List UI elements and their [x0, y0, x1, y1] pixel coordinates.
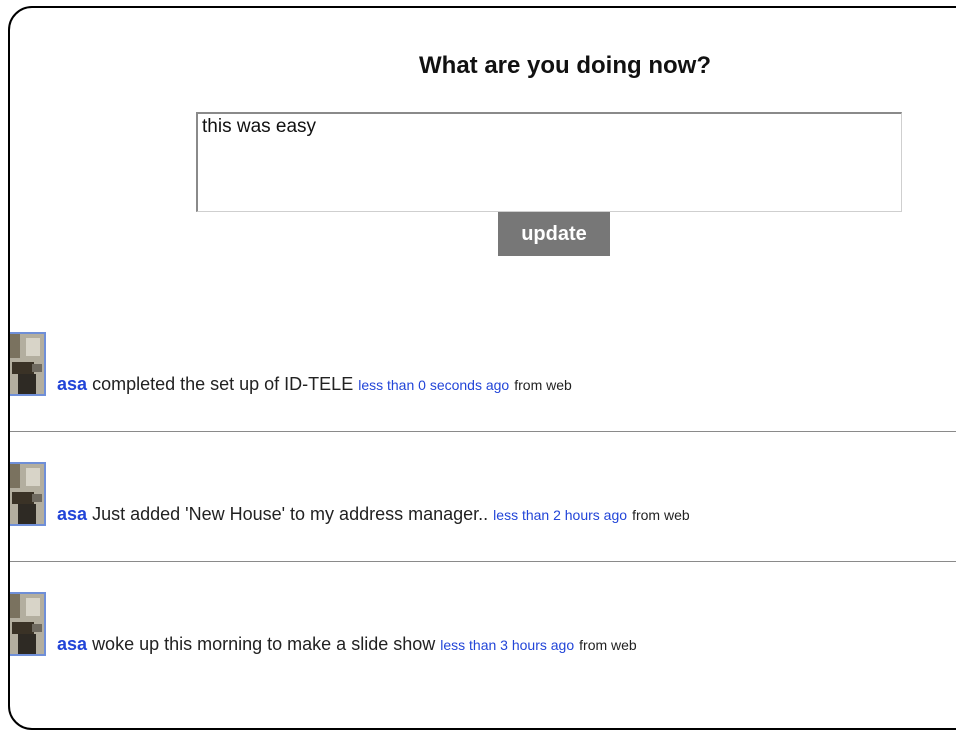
avatar[interactable]	[10, 592, 46, 656]
update-button[interactable]: update	[498, 212, 610, 256]
user-link[interactable]: asa	[57, 374, 87, 394]
status-entry: asa completed the set up of ID-TELE less…	[57, 374, 572, 395]
status-text: Just added 'New House' to my address man…	[92, 504, 489, 524]
avatar[interactable]	[10, 332, 46, 396]
status-text: woke up this morning to make a slide sho…	[92, 634, 436, 654]
status-source: from web	[514, 377, 572, 393]
timestamp-link[interactable]: less than 3 hours ago	[440, 637, 574, 653]
user-link[interactable]: asa	[57, 504, 87, 524]
feed-item: asa completed the set up of ID-TELE less…	[10, 302, 956, 432]
status-entry: asa woke up this morning to make a slide…	[57, 634, 637, 655]
avatar[interactable]	[10, 462, 46, 526]
user-link[interactable]: asa	[57, 634, 87, 654]
status-text: completed the set up of ID-TELE	[92, 374, 354, 394]
status-input[interactable]: this was easy	[196, 112, 902, 212]
page-title: What are you doing now?	[419, 52, 711, 79]
avatar-photo-icon	[10, 464, 44, 524]
status-entry: asa Just added 'New House' to my address…	[57, 504, 690, 525]
feed-item: asa Just added 'New House' to my address…	[10, 432, 956, 562]
timestamp-link[interactable]: less than 0 seconds ago	[358, 377, 509, 393]
avatar-photo-icon	[10, 594, 44, 654]
timestamp-link[interactable]: less than 2 hours ago	[493, 507, 627, 523]
avatar-photo-icon	[10, 334, 44, 394]
app-frame: What are you doing now? this was easy up…	[8, 6, 956, 730]
status-source: from web	[632, 507, 690, 523]
status-source: from web	[579, 637, 637, 653]
status-feed: asa completed the set up of ID-TELE less…	[10, 302, 956, 692]
